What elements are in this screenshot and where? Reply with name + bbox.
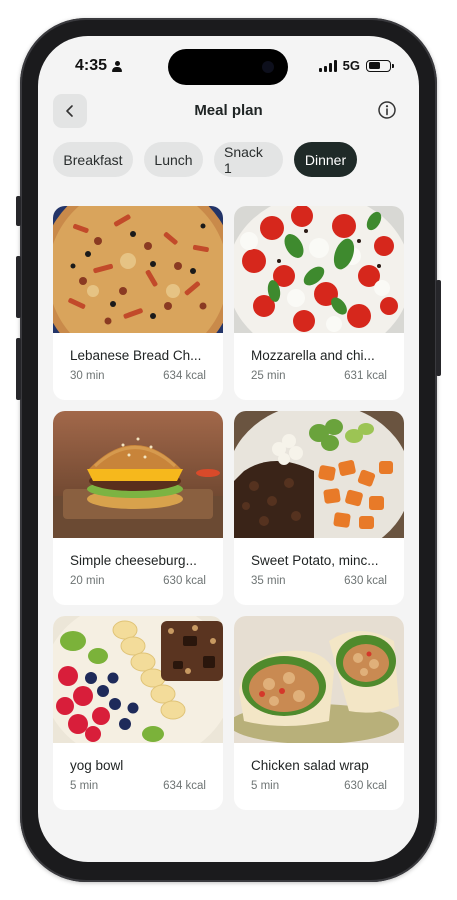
meal-kcal: 630 kcal (163, 575, 206, 587)
tab-lunch[interactable]: Lunch (144, 142, 203, 177)
meal-time: 25 min (251, 370, 286, 382)
meal-kcal: 630 kcal (344, 575, 387, 587)
pizza-photo (53, 206, 223, 333)
meal-kcal: 634 kcal (163, 370, 206, 382)
meal-card[interactable]: yog bowl 5 min 634 kcal (53, 616, 223, 810)
meal-title: yog bowl (70, 758, 124, 773)
tab-dinner[interactable]: Dinner (294, 142, 357, 177)
info-button[interactable] (377, 100, 397, 120)
action-button (16, 196, 21, 226)
network-label: 5G (342, 58, 360, 73)
battery-icon (366, 59, 394, 72)
meal-card[interactable]: Chicken salad wrap 5 min 630 kcal (234, 616, 404, 810)
meal-time: 30 min (70, 370, 105, 382)
meal-title: Sweet Potato, minc... (251, 553, 379, 568)
meal-time: 5 min (70, 780, 99, 792)
caprese-salad-photo (234, 206, 404, 333)
meal-kcal: 631 kcal (344, 370, 387, 382)
meal-title: Simple cheeseburg... (70, 553, 197, 568)
meal-title: Mozzarella and chi... (251, 348, 375, 363)
cheeseburger-photo (53, 411, 223, 538)
tab-breakfast[interactable]: Breakfast (53, 142, 133, 177)
page-title: Meal plan (194, 102, 263, 119)
tab-snack-1[interactable]: Snack 1 (214, 142, 283, 177)
meal-card[interactable]: Lebanese Bread Ch... 30 min 634 kcal (53, 206, 223, 400)
meal-time: 35 min (251, 575, 286, 587)
sweet-potato-bowl-photo (234, 411, 404, 538)
info-icon (378, 101, 396, 119)
chicken-wrap-photo (234, 616, 404, 743)
volume-up-button (16, 256, 21, 318)
signal-icon (318, 59, 337, 72)
status-time-label: 4:35 (75, 57, 108, 74)
meal-time: 5 min (251, 780, 280, 792)
meal-kcal: 634 kcal (163, 780, 206, 792)
dynamic-island (168, 49, 288, 85)
meal-tabs: Breakfast Lunch Snack 1 Dinner (53, 142, 357, 177)
meal-card[interactable]: Mozzarella and chi... 25 min 631 kcal (234, 206, 404, 400)
meal-time: 20 min (70, 575, 105, 587)
meal-kcal: 630 kcal (344, 780, 387, 792)
meal-title: Chicken salad wrap (251, 758, 369, 773)
meal-card[interactable]: Sweet Potato, minc... 35 min 630 kcal (234, 411, 404, 605)
meal-card[interactable]: Simple cheeseburg... 20 min 630 kcal (53, 411, 223, 605)
status-indicators: 5G (318, 58, 394, 73)
app-screen: 4:35 5G Meal plan Breakfast Lunch Snack … (38, 36, 419, 862)
meal-title: Lebanese Bread Ch... (70, 348, 202, 363)
status-time: 4:35 (75, 57, 123, 75)
power-button (436, 280, 441, 376)
yogurt-bowl-photo (53, 616, 223, 743)
person-icon (112, 60, 123, 72)
volume-down-button (16, 338, 21, 400)
meal-grid: Lebanese Bread Ch... 30 min 634 kcal Moz… (53, 206, 405, 810)
